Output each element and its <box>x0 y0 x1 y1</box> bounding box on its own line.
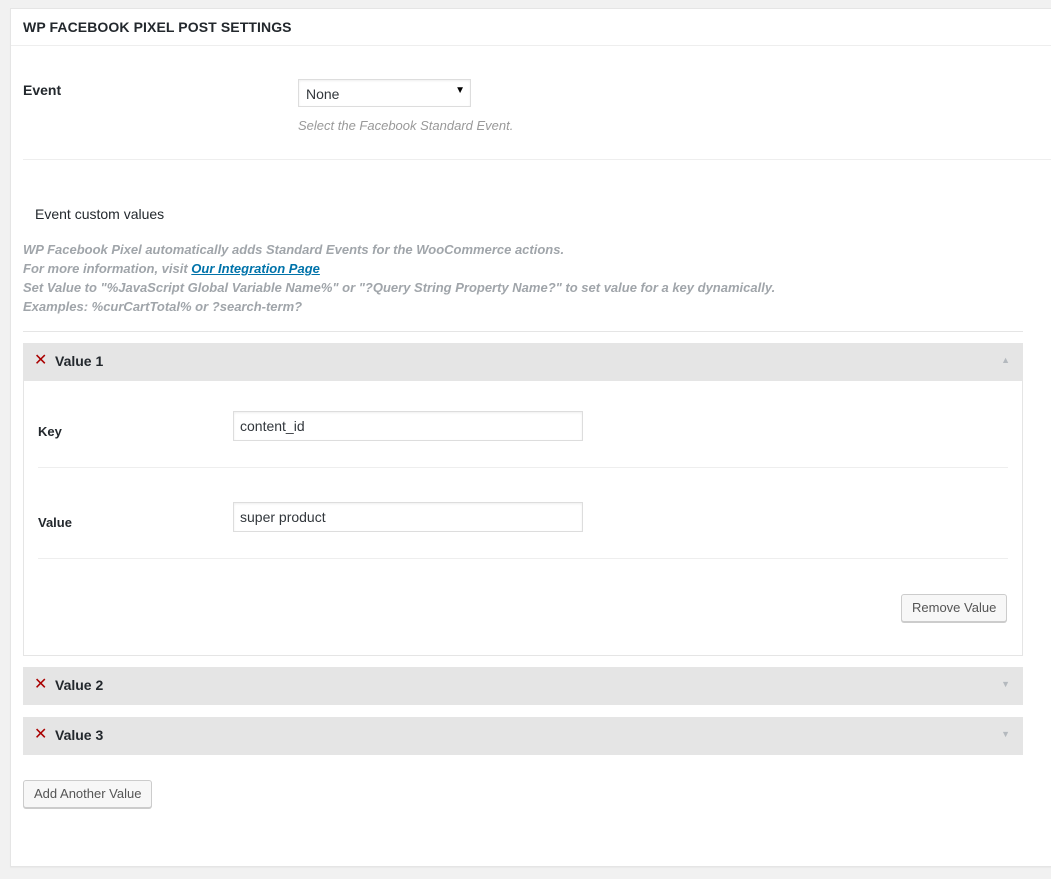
value-accordion-header[interactable]: ✕ Value 3 ▼ <box>23 717 1023 755</box>
caret-down-icon[interactable]: ▼ <box>1001 729 1010 739</box>
event-select[interactable]: None ▼ <box>298 79 471 107</box>
field-divider <box>38 467 1008 468</box>
value-title: Value 3 <box>55 727 104 743</box>
value-accordion-header[interactable]: ✕ Value 1 ▲ <box>23 343 1023 381</box>
value-title: Value 1 <box>55 353 104 369</box>
caret-down-icon[interactable]: ▼ <box>1001 679 1010 689</box>
post-settings-metabox: WP FACEBOOK PIXEL POST SETTINGS Event No… <box>10 8 1051 867</box>
close-icon[interactable]: ✕ <box>34 676 47 694</box>
value-input[interactable] <box>233 502 583 532</box>
info-line: For more information, visit Our Integrat… <box>23 259 775 278</box>
custom-values-info: WP Facebook Pixel automatically adds Sta… <box>23 240 775 316</box>
chevron-down-icon: ▼ <box>455 85 465 96</box>
value-title: Value 2 <box>55 677 104 693</box>
add-another-value-button[interactable]: Add Another Value <box>23 780 153 808</box>
info-line: WP Facebook Pixel automatically adds Sta… <box>23 242 565 257</box>
close-icon[interactable]: ✕ <box>34 726 47 744</box>
event-description: Select the Facebook Standard Event. <box>298 118 514 133</box>
integration-page-link[interactable]: Our Integration Page <box>191 261 320 276</box>
caret-up-icon[interactable]: ▲ <box>1001 355 1010 365</box>
section-divider <box>23 331 1023 332</box>
remove-value-button[interactable]: Remove Value <box>901 594 1008 622</box>
event-select-value: None <box>306 86 340 102</box>
section-divider <box>23 159 1051 160</box>
metabox-title: WP FACEBOOK PIXEL POST SETTINGS <box>23 19 292 35</box>
custom-values-heading: Event custom values <box>35 206 165 222</box>
info-line: Set Value to "%JavaScript Global Variabl… <box>23 280 776 295</box>
key-input[interactable] <box>233 411 583 441</box>
value-accordion-header[interactable]: ✕ Value 2 ▼ <box>23 667 1023 705</box>
close-icon[interactable]: ✕ <box>34 352 47 370</box>
key-label: Key <box>38 424 62 439</box>
value-accordion-body: Key Value Remove Value <box>23 381 1023 656</box>
info-line: Examples: %curCartTotal% or ?search-term… <box>23 299 303 314</box>
metabox-header: WP FACEBOOK PIXEL POST SETTINGS <box>11 9 1051 46</box>
event-label: Event <box>23 82 62 98</box>
info-line-prefix: For more information, visit <box>23 261 192 276</box>
field-divider <box>38 558 1008 559</box>
value-label: Value <box>38 515 72 530</box>
